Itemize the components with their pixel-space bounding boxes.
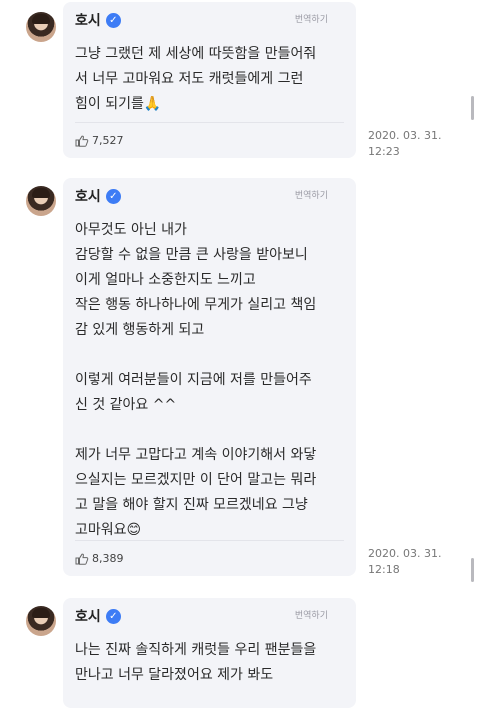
translate-button[interactable]: 번역하기 [295,608,328,621]
verified-badge-icon: ✓ [105,12,121,28]
message-bubble: 호시 ✓ 번역하기 아무것도 아닌 내가 감당할 수 없을 만큼 큰 사랑을 받… [63,178,356,576]
author-row: 호시 ✓ [75,10,121,30]
verified-badge-icon: ✓ [105,188,121,204]
author-row: 호시 ✓ [75,186,121,206]
timestamp: 2020. 03. 31. 12:18 [368,546,441,578]
timestamp: 2020. 03. 31. 12:23 [368,128,441,160]
avatar[interactable] [26,12,56,42]
like-button[interactable]: 7,527 [75,134,124,147]
divider [75,540,344,541]
divider [75,122,344,123]
like-count: 7,527 [92,134,124,147]
author-name: 호시 [75,13,101,29]
avatar[interactable] [26,186,56,216]
thumbs-up-icon [75,553,89,565]
author-name: 호시 [75,609,101,625]
thumbs-up-icon [75,135,89,147]
message-bubble: 호시 ✓ 번역하기 그냥 그랬던 제 세상에 따뜻함을 만들어줘 서 너무 고마… [63,2,356,158]
verified-badge-icon: ✓ [105,608,121,624]
translate-button[interactable]: 번역하기 [295,12,328,25]
timestamp-time: 12:23 [368,145,400,158]
avatar[interactable] [26,606,56,636]
timestamp-date: 2020. 03. 31. [368,547,442,560]
like-button[interactable]: 8,389 [75,552,124,565]
message-text: 그냥 그랬던 제 세상에 따뜻함을 만들어줘 서 너무 고마워요 저도 캐럿들에… [75,46,317,112]
message-bubble: 호시 ✓ 번역하기 나는 진짜 솔직하게 캐럿들 우리 팬분들을 만나고 너무 … [63,598,356,708]
scrollbar-thumb[interactable] [471,558,474,582]
like-count: 8,389 [92,552,124,565]
translate-button[interactable]: 번역하기 [295,188,328,201]
author-row: 호시 ✓ [75,606,121,626]
author-name: 호시 [75,189,101,205]
timestamp-time: 12:18 [368,563,400,576]
message-text: 아무것도 아닌 내가 감당할 수 없을 만큼 큰 사랑을 받아보니 이게 얼마나… [75,222,317,538]
message-text: 나는 진짜 솔직하게 캐럿들 우리 팬분들을 만나고 너무 달라졌어요 제가 봐… [75,642,317,683]
scrollbar-thumb[interactable] [471,96,474,120]
timestamp-date: 2020. 03. 31. [368,129,442,142]
